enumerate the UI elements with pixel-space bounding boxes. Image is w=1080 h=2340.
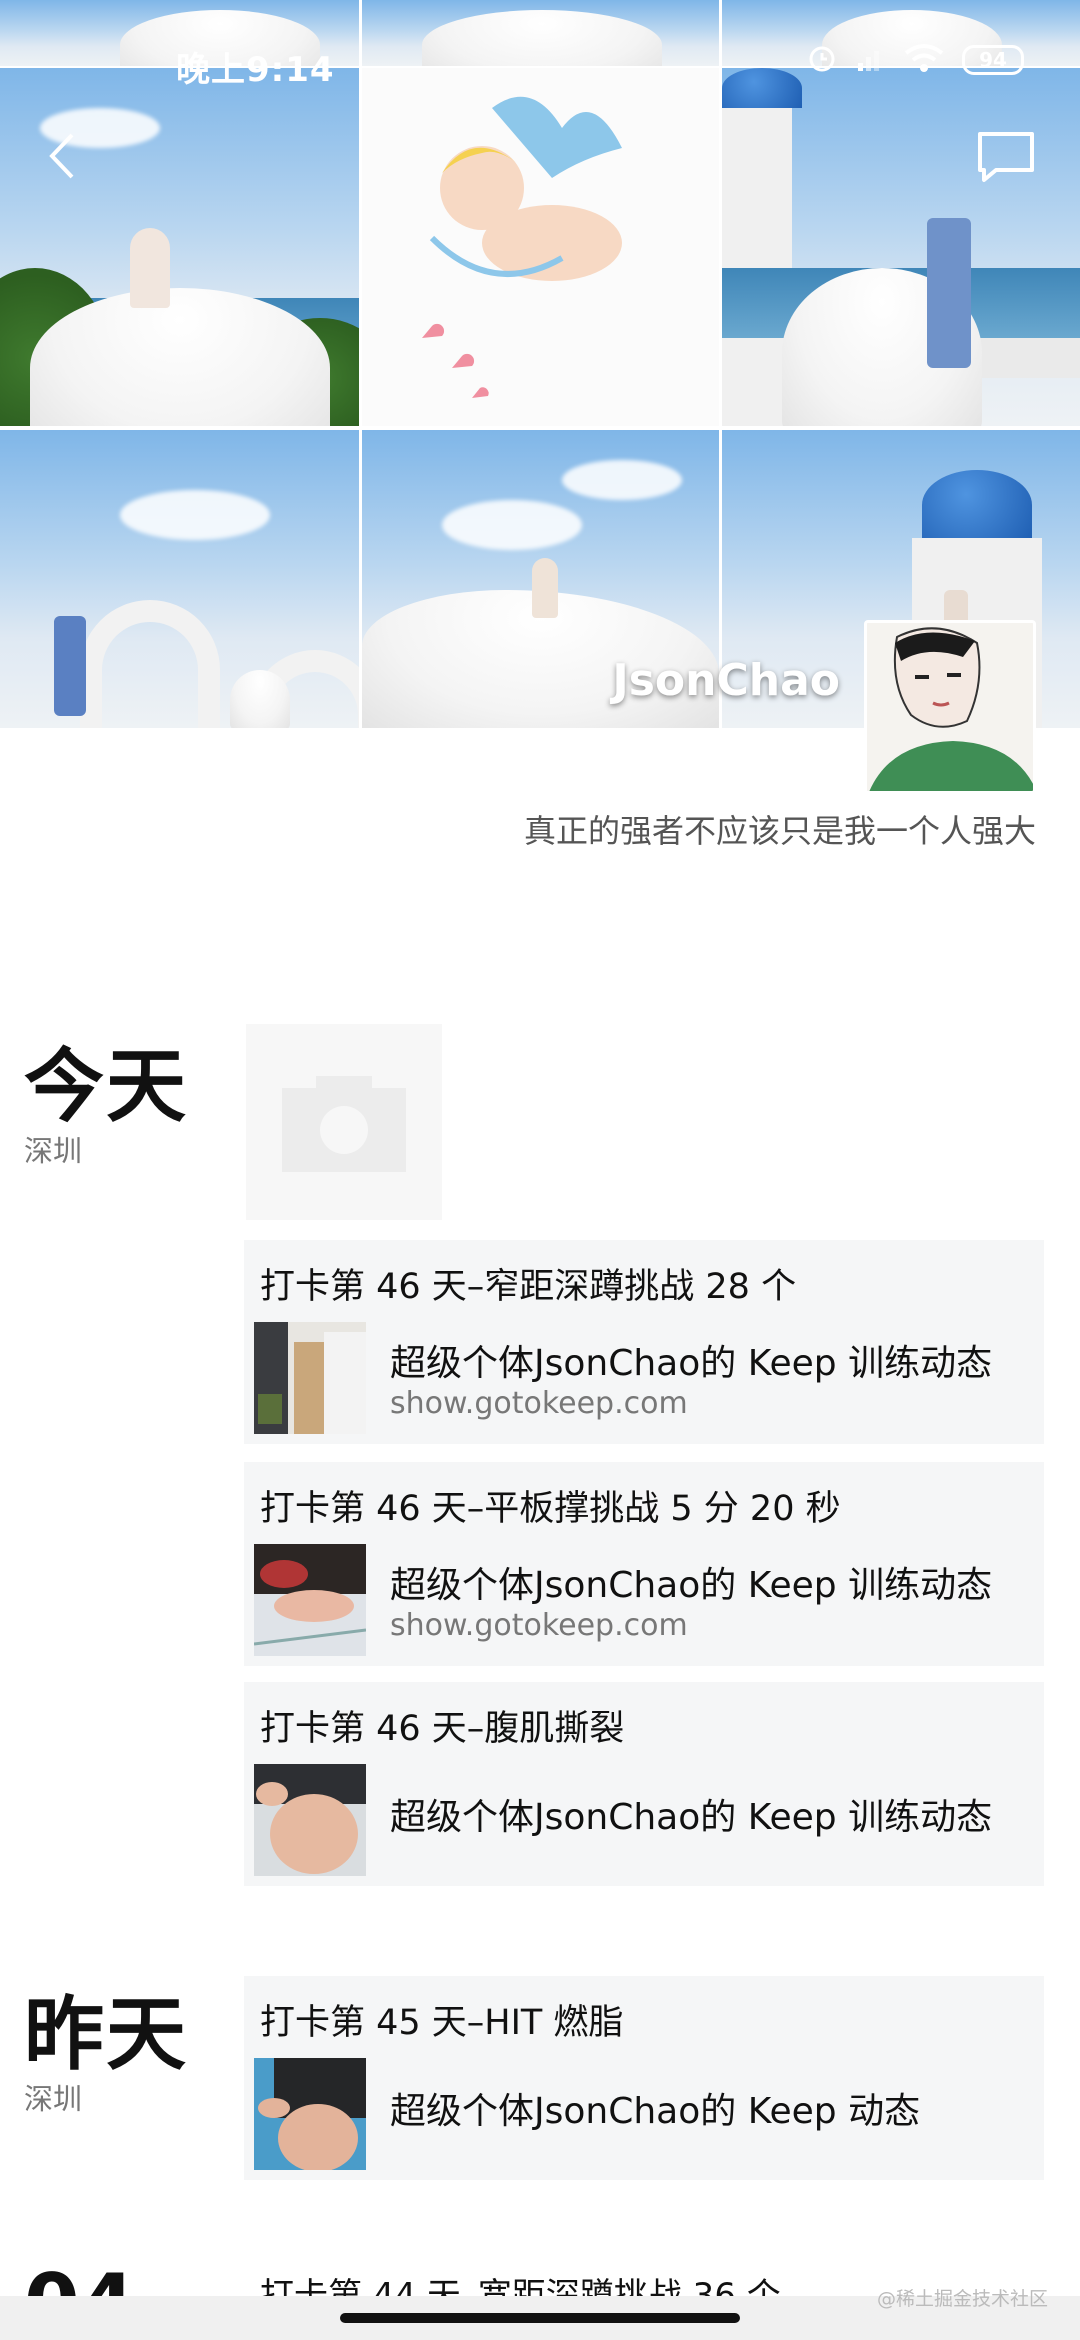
day-location: 深圳: [24, 2082, 83, 2116]
status-bar: 晚上9:14 94: [0, 0, 1080, 124]
link-url: show.gotokeep.com: [390, 1386, 688, 1421]
day-heading-cutoff: 04: [24, 2268, 135, 2296]
camera-icon: [282, 1076, 406, 1172]
day-heading-today: 今天: [24, 1040, 188, 1133]
alarm-icon: [806, 42, 838, 78]
post-card[interactable]: 打卡第 46 天–平板撑挑战 5 分 20 秒 超级个体JsonChao的 Ke…: [244, 1462, 1044, 1666]
profile-username: JsonChao: [612, 655, 840, 706]
link-url: show.gotokeep.com: [390, 1608, 688, 1643]
post-thumbnail[interactable]: [254, 2058, 366, 2170]
wifi-icon: [904, 43, 944, 77]
link-title: 超级个体JsonChao的 Keep 训练动态: [390, 1797, 993, 1838]
back-button[interactable]: [36, 126, 86, 186]
cover-tile: [0, 430, 359, 728]
signal-icon: [856, 43, 886, 77]
day-location: 深圳: [24, 1134, 83, 1168]
battery-icon: 94: [962, 45, 1024, 75]
link-title: 超级个体JsonChao的 Keep 训练动态: [390, 1343, 993, 1384]
post-thumbnail[interactable]: [254, 1544, 366, 1656]
day-heading-yesterday: 昨天: [24, 1988, 188, 2081]
status-time: 晚上9:14: [176, 50, 335, 90]
link-title: 超级个体JsonChao的 Keep 动态: [390, 2091, 921, 2132]
post-card[interactable]: 打卡第 45 天–HIT 燃脂 超级个体JsonChao的 Keep 动态: [244, 1976, 1044, 2180]
home-indicator[interactable]: [340, 2313, 740, 2323]
post-thumbnail[interactable]: [254, 1764, 366, 1876]
chevron-left-icon: [49, 133, 74, 179]
avatar[interactable]: [864, 620, 1036, 794]
watermark: @稀土掘金技术社区: [876, 2288, 1048, 2310]
new-post-camera-button[interactable]: [246, 1024, 442, 1220]
post-title: 打卡第 45 天–HIT 燃脂: [260, 2003, 624, 2043]
post-title: 打卡第 46 天–腹肌撕裂: [260, 1709, 625, 1749]
message-icon: [978, 132, 1034, 182]
post-title: 打卡第 46 天–平板撑挑战 5 分 20 秒: [260, 1489, 841, 1529]
post-title-cutoff: 打卡第 44 天–宽距深蹲挑战 36 个: [260, 2276, 781, 2296]
profile-signature: 真正的强者不应该只是我一个人强大: [523, 812, 1036, 850]
post-thumbnail[interactable]: [254, 1322, 366, 1434]
link-title: 超级个体JsonChao的 Keep 训练动态: [390, 1565, 993, 1606]
post-title: 打卡第 46 天–窄距深蹲挑战 28 个: [260, 1267, 797, 1307]
post-card[interactable]: 打卡第 46 天–腹肌撕裂 超级个体JsonChao的 Keep 训练动态: [244, 1682, 1044, 1886]
message-button[interactable]: [976, 130, 1036, 184]
post-card[interactable]: 打卡第 46 天–窄距深蹲挑战 28 个 超级个体JsonChao的 Keep …: [244, 1240, 1044, 1444]
